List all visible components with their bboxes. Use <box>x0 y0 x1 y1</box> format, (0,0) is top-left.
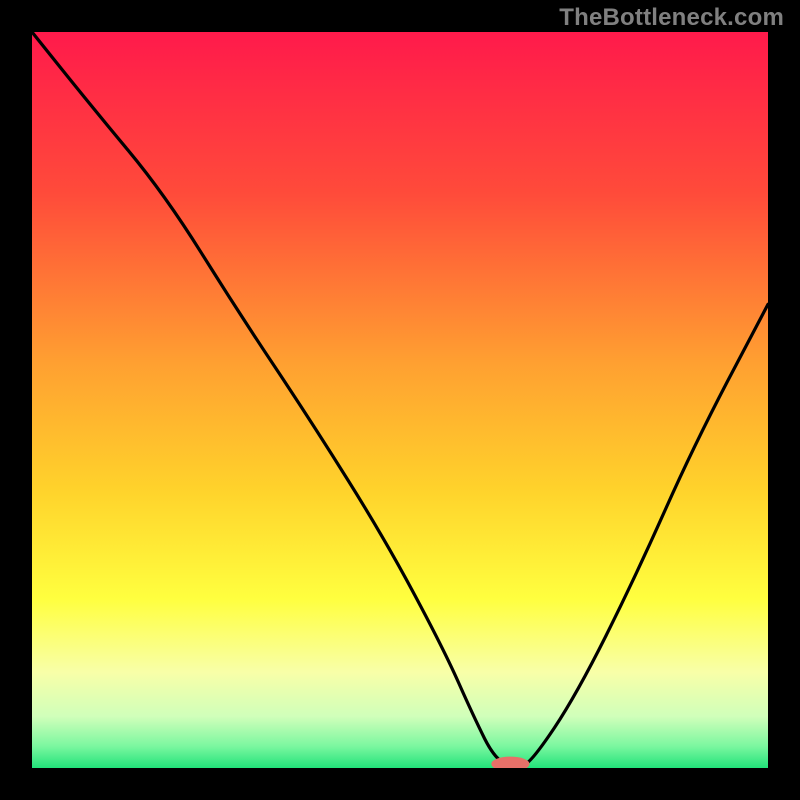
bottleneck-chart <box>32 32 768 768</box>
chart-background <box>32 32 768 768</box>
watermark-text: TheBottleneck.com <box>559 4 784 32</box>
chart-frame: TheBottleneck.com <box>0 0 800 800</box>
